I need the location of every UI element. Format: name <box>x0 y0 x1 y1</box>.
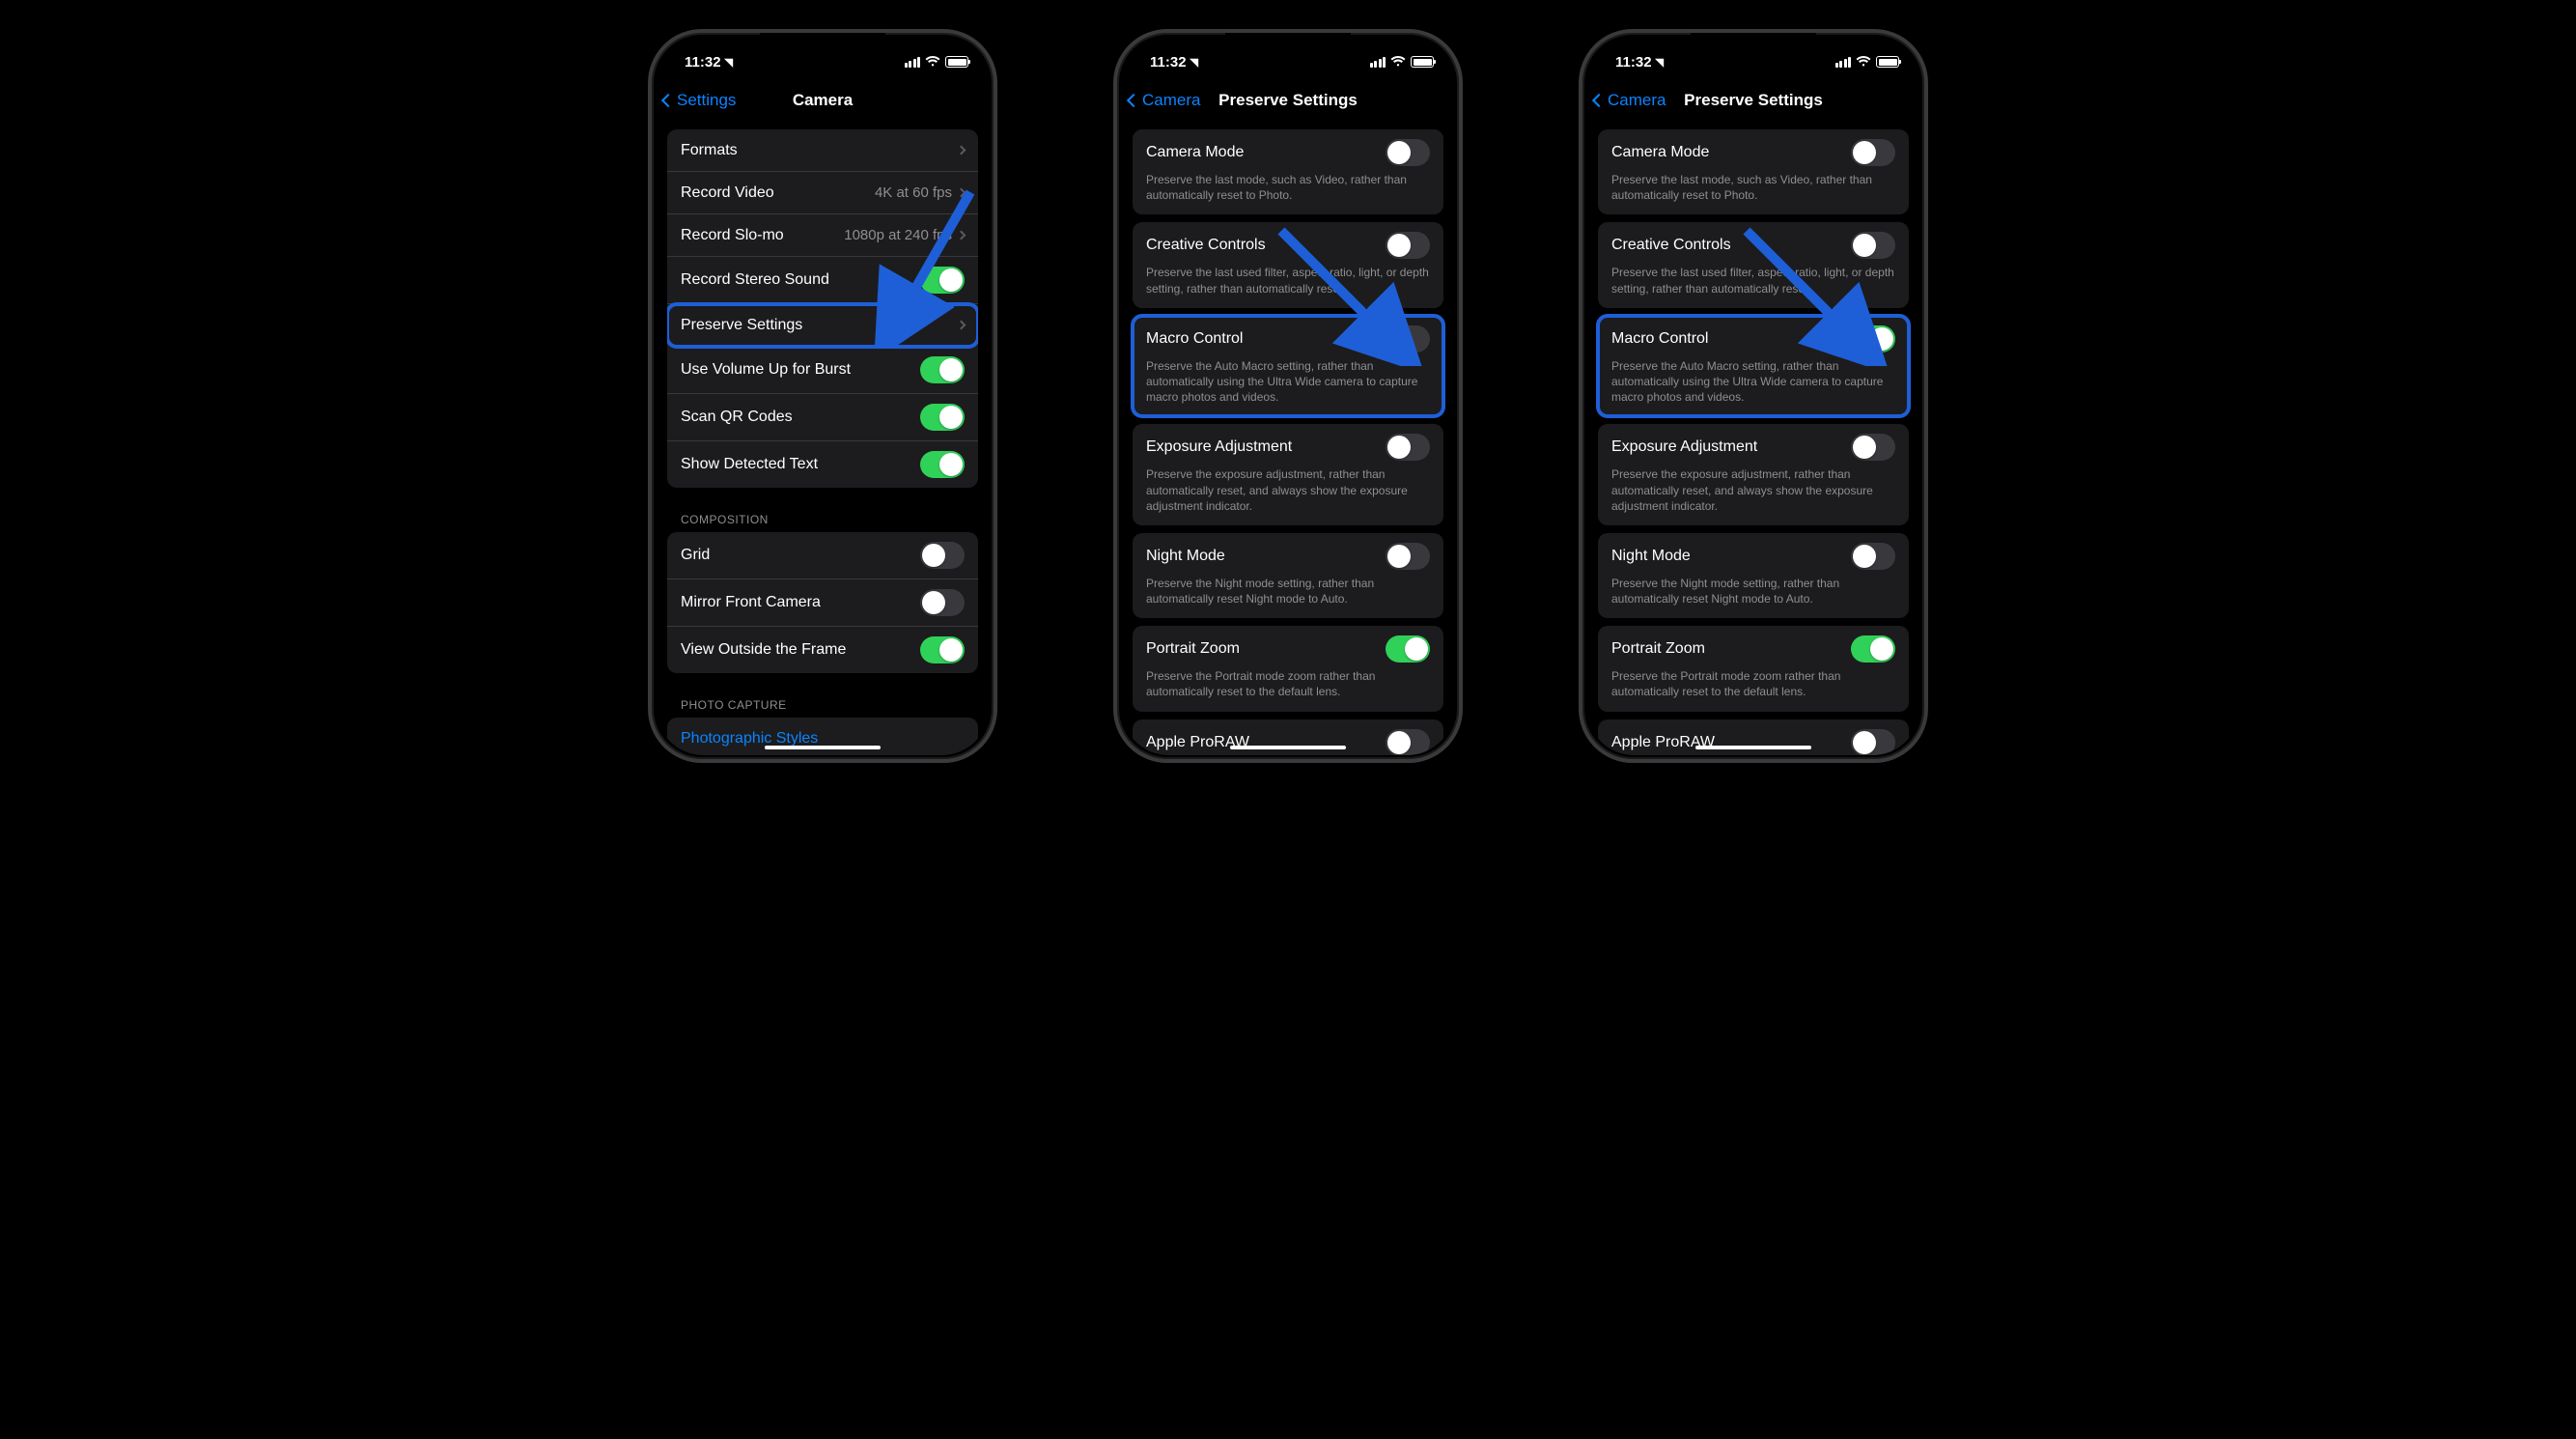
back-button[interactable]: Camera <box>1594 91 1666 110</box>
back-button[interactable]: Camera <box>1129 91 1200 110</box>
cellular-signal-icon <box>905 57 921 68</box>
row-grid: Grid <box>667 532 978 579</box>
chevron-right-icon <box>957 321 966 330</box>
notch <box>1691 33 1816 58</box>
cellular-signal-icon <box>1835 57 1852 68</box>
chevron-left-icon <box>661 94 675 107</box>
item-exposure-adjustment: Exposure Adjustment Preserve the exposur… <box>1133 424 1443 525</box>
location-services-icon: ◥ <box>725 56 733 69</box>
settings-list[interactable]: Camera Mode Preserve the last mode, such… <box>1121 122 1455 755</box>
toggle-mirror-front[interactable] <box>920 589 965 616</box>
chevron-right-icon <box>957 188 966 198</box>
battery-icon <box>1411 56 1434 68</box>
status-time: 11:32 <box>1615 54 1652 71</box>
row-record-slomo[interactable]: Record Slo-mo 1080p at 240 fps <box>667 214 978 257</box>
location-services-icon: ◥ <box>1190 56 1198 69</box>
toggle-creative-controls[interactable] <box>1851 232 1895 259</box>
status-time: 11:32 <box>685 54 721 71</box>
phone-frame-2: 11:32 ◥ Camera Preserve Settings Camera … <box>1113 29 1463 763</box>
nav-bar: Settings Camera <box>656 79 990 122</box>
nav-bar: Camera Preserve Settings <box>1586 79 1920 122</box>
toggle-volume-burst[interactable] <box>920 356 965 383</box>
toggle-creative-controls[interactable] <box>1386 232 1430 259</box>
item-macro-control: Macro Control Preserve the Auto Macro se… <box>1598 316 1909 417</box>
status-time: 11:32 <box>1150 54 1187 71</box>
toggle-grid[interactable] <box>920 542 965 569</box>
back-label: Settings <box>677 91 736 110</box>
home-indicator[interactable] <box>1230 746 1346 749</box>
toggle-portrait-zoom[interactable] <box>1851 635 1895 663</box>
row-view-outside-frame: View Outside the Frame <box>667 627 978 673</box>
home-indicator[interactable] <box>1695 746 1811 749</box>
section-header-composition: COMPOSITION <box>667 495 978 532</box>
toggle-night-mode[interactable] <box>1851 543 1895 570</box>
nav-bar: Camera Preserve Settings <box>1121 79 1455 122</box>
item-portrait-zoom: Portrait Zoom Preserve the Portrait mode… <box>1598 626 1909 711</box>
wifi-icon <box>1390 56 1406 68</box>
settings-list[interactable]: Formats Record Video 4K at 60 fps Record… <box>656 122 990 755</box>
battery-icon <box>1876 56 1899 68</box>
location-services-icon: ◥ <box>1656 56 1664 69</box>
toggle-scan-qr[interactable] <box>920 404 965 431</box>
chevron-left-icon <box>1592 94 1606 107</box>
back-button[interactable]: Settings <box>663 91 736 110</box>
item-creative-controls: Creative Controls Preserve the last used… <box>1133 222 1443 307</box>
toggle-camera-mode[interactable] <box>1851 139 1895 166</box>
row-detected-text: Show Detected Text <box>667 441 978 488</box>
home-indicator[interactable] <box>765 746 881 749</box>
toggle-macro-control[interactable] <box>1851 325 1895 353</box>
toggle-night-mode[interactable] <box>1386 543 1430 570</box>
settings-list[interactable]: Camera Mode Preserve the last mode, such… <box>1586 122 1920 755</box>
toggle-camera-mode[interactable] <box>1386 139 1430 166</box>
row-volume-burst: Use Volume Up for Burst <box>667 347 978 394</box>
section-header-photo-capture: PHOTO CAPTURE <box>667 681 978 718</box>
chevron-right-icon <box>957 146 966 155</box>
row-record-video[interactable]: Record Video 4K at 60 fps <box>667 172 978 214</box>
toggle-apple-proraw[interactable] <box>1386 729 1430 755</box>
chevron-left-icon <box>1127 94 1140 107</box>
row-preserve-settings[interactable]: Preserve Settings <box>667 304 978 347</box>
battery-icon <box>945 56 968 68</box>
toggle-detected-text[interactable] <box>920 451 965 478</box>
item-exposure-adjustment: Exposure Adjustment Preserve the exposur… <box>1598 424 1909 525</box>
toggle-exposure-adjustment[interactable] <box>1386 434 1430 461</box>
row-formats[interactable]: Formats <box>667 129 978 172</box>
chevron-right-icon <box>957 231 966 240</box>
item-apple-proraw: Apple ProRAW <box>1598 720 1909 755</box>
phone-frame-1: 11:32 ◥ Settings Camera Formats <box>648 29 997 763</box>
back-label: Camera <box>1142 91 1200 110</box>
item-night-mode: Night Mode Preserve the Night mode setti… <box>1133 533 1443 618</box>
item-night-mode: Night Mode Preserve the Night mode setti… <box>1598 533 1909 618</box>
toggle-exposure-adjustment[interactable] <box>1851 434 1895 461</box>
item-creative-controls: Creative Controls Preserve the last used… <box>1598 222 1909 307</box>
row-record-stereo: Record Stereo Sound <box>667 257 978 304</box>
row-mirror-front: Mirror Front Camera <box>667 579 978 627</box>
toggle-record-stereo[interactable] <box>920 267 965 294</box>
item-camera-mode: Camera Mode Preserve the last mode, such… <box>1598 129 1909 214</box>
wifi-icon <box>925 56 940 68</box>
row-scan-qr: Scan QR Codes <box>667 394 978 441</box>
item-macro-control: Macro Control Preserve the Auto Macro se… <box>1133 316 1443 417</box>
notch <box>1225 33 1351 58</box>
toggle-portrait-zoom[interactable] <box>1386 635 1430 663</box>
back-label: Camera <box>1608 91 1666 110</box>
item-portrait-zoom: Portrait Zoom Preserve the Portrait mode… <box>1133 626 1443 711</box>
row-photographic-styles[interactable]: Photographic Styles <box>667 718 978 755</box>
item-apple-proraw: Apple ProRAW <box>1133 720 1443 755</box>
phone-frame-3: 11:32 ◥ Camera Preserve Settings Camera … <box>1579 29 1928 763</box>
cellular-signal-icon <box>1370 57 1386 68</box>
toggle-view-outside-frame[interactable] <box>920 636 965 663</box>
item-camera-mode: Camera Mode Preserve the last mode, such… <box>1133 129 1443 214</box>
notch <box>760 33 885 58</box>
toggle-apple-proraw[interactable] <box>1851 729 1895 755</box>
toggle-macro-control[interactable] <box>1386 325 1430 353</box>
wifi-icon <box>1856 56 1871 68</box>
